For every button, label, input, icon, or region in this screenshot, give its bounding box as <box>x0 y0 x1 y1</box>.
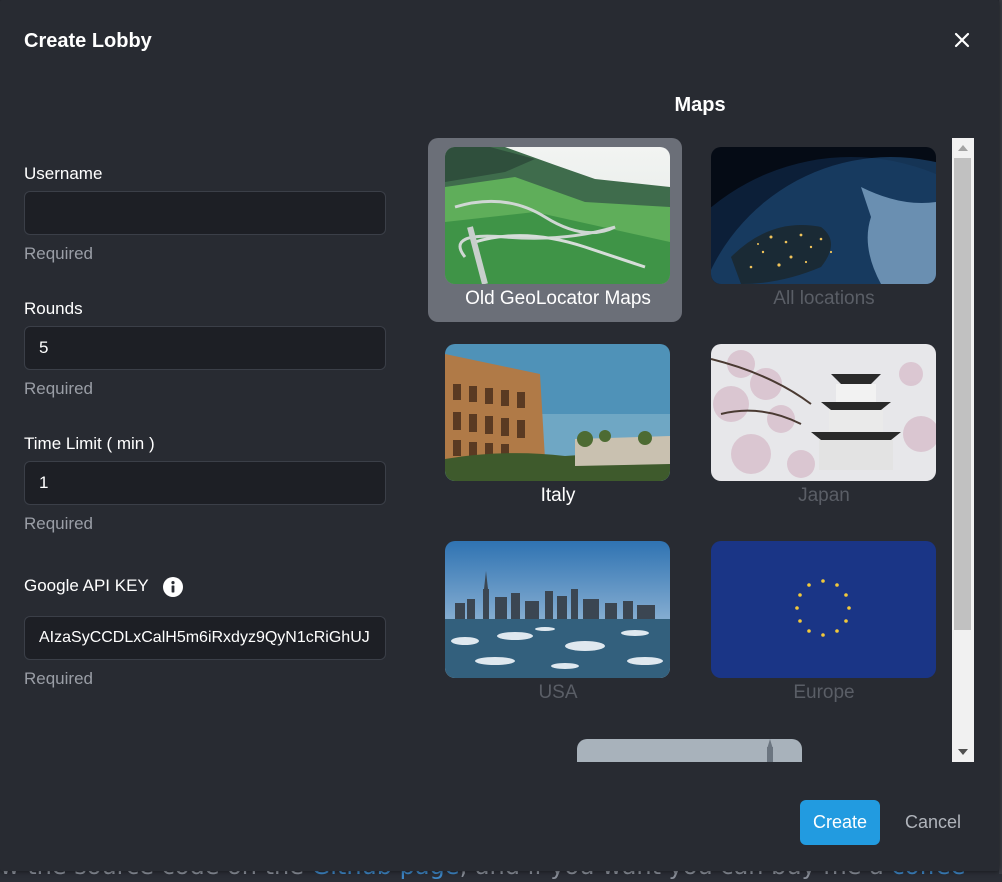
new-york-skyline-image <box>445 541 670 678</box>
scroll-up-arrow-icon[interactable] <box>958 145 968 151</box>
map-card-japan[interactable]: Japan <box>694 335 948 519</box>
mountain-road-image <box>445 147 670 284</box>
scroll-thumb[interactable] <box>954 158 971 630</box>
map-label: USA <box>538 682 578 703</box>
japanese-castle-image <box>711 344 936 481</box>
eu-flag-image <box>711 541 936 678</box>
cancel-button[interactable]: Cancel <box>892 800 974 845</box>
api-key-input[interactable] <box>24 616 386 660</box>
create-lobby-dialog: Create Lobby Username Required Rounds Re… <box>0 0 999 871</box>
colosseum-image <box>445 344 670 481</box>
username-helper: Required <box>24 244 93 263</box>
earth-night-image <box>711 147 936 284</box>
time-limit-label: Time Limit ( min ) <box>24 434 155 453</box>
maps-scrollbar[interactable] <box>952 138 974 762</box>
time-limit-helper: Required <box>24 514 93 533</box>
api-key-helper: Required <box>24 669 93 688</box>
api-key-label: Google API KEY <box>24 576 149 595</box>
rounds-helper: Required <box>24 379 93 398</box>
city-partial-image <box>577 739 802 762</box>
time-limit-input[interactable] <box>24 461 386 505</box>
close-button[interactable] <box>948 26 976 54</box>
map-card-usa[interactable]: USA <box>428 532 682 716</box>
map-card-partial[interactable] <box>560 730 814 762</box>
dialog-title: Create Lobby <box>24 30 152 52</box>
map-card-europe[interactable]: Europe <box>694 532 948 716</box>
close-icon <box>954 32 970 48</box>
map-label: Old GeoLocator Maps <box>465 288 651 309</box>
info-icon[interactable] <box>163 577 183 597</box>
map-card-all-locations[interactable]: All locations <box>694 138 948 322</box>
map-label: All locations <box>773 288 875 309</box>
map-card-old-geolocator[interactable]: Old GeoLocator Maps <box>428 138 682 322</box>
rounds-label: Rounds <box>24 299 83 318</box>
rounds-input[interactable] <box>24 326 386 370</box>
create-button[interactable]: Create <box>800 800 880 845</box>
map-label: Italy <box>540 485 576 506</box>
map-label: Japan <box>798 485 850 506</box>
maps-title: Maps <box>674 94 726 116</box>
map-card-italy[interactable]: Italy <box>428 335 682 519</box>
map-label: Europe <box>793 682 855 703</box>
maps-list[interactable]: Old GeoLocator Maps All locations Italy … <box>425 138 951 762</box>
username-label: Username <box>24 164 103 183</box>
username-input[interactable] <box>24 191 386 235</box>
scroll-down-arrow-icon[interactable] <box>958 749 968 755</box>
